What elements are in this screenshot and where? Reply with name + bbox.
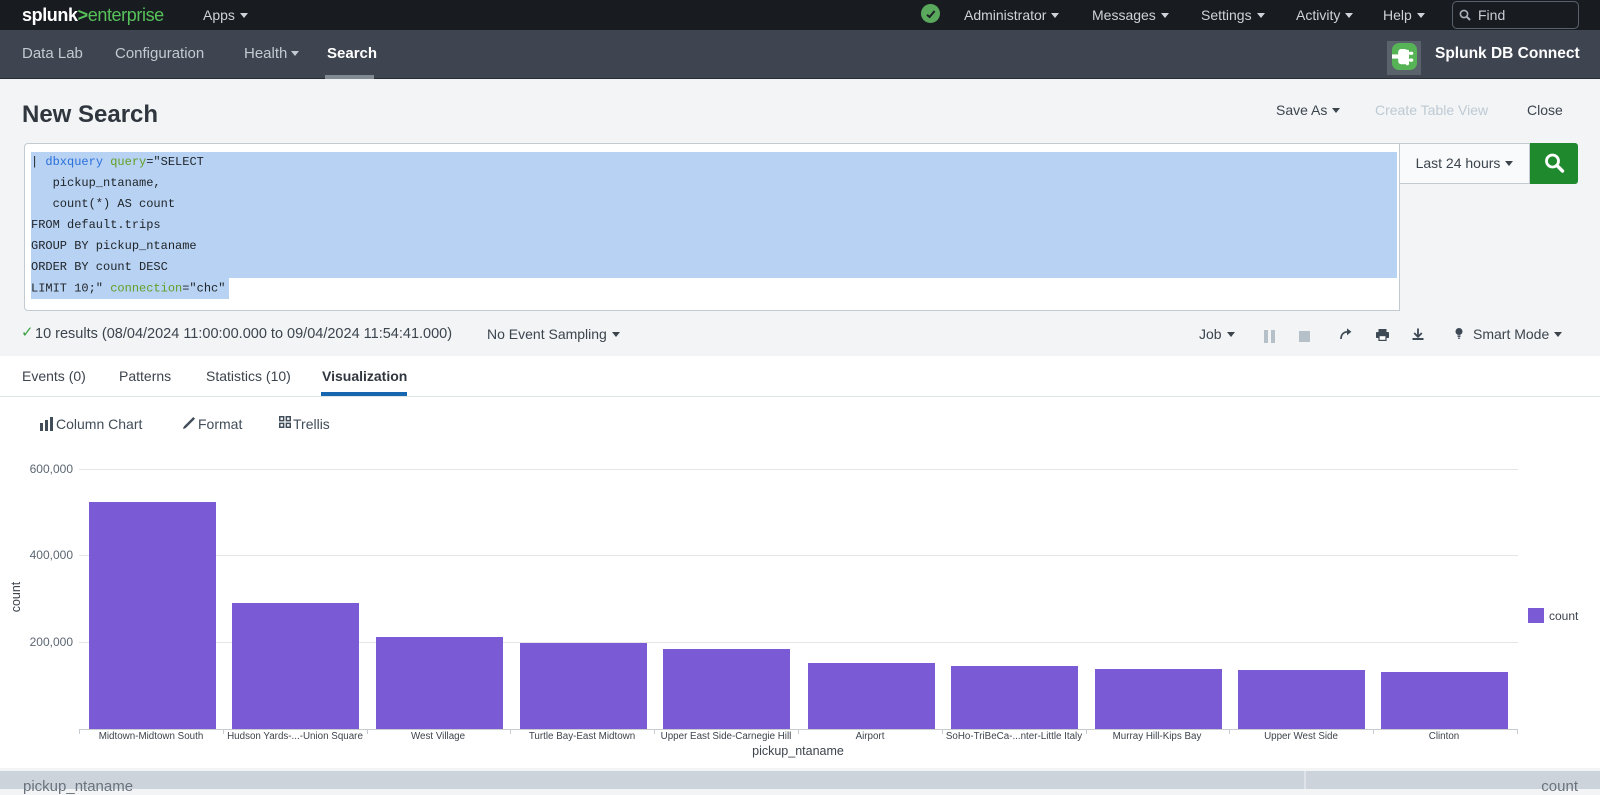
svg-text:West Village: West Village: [411, 731, 466, 742]
svg-text:SoHo-TriBeCa-...nter-Little It: SoHo-TriBeCa-...nter-Little Italy: [946, 731, 1082, 742]
svg-text:200,000: 200,000: [30, 635, 74, 649]
svg-text:count: count: [1549, 609, 1579, 623]
svg-text:Upper West Side: Upper West Side: [1264, 731, 1338, 742]
svg-text:Midtown-Midtown South: Midtown-Midtown South: [99, 731, 204, 742]
svg-text:Clinton: Clinton: [1429, 731, 1460, 742]
svg-text:Hudson Yards-...-Union Square: Hudson Yards-...-Union Square: [227, 731, 363, 742]
svg-text:Upper East Side-Carnegie Hill: Upper East Side-Carnegie Hill: [661, 731, 792, 742]
svg-text:400,000: 400,000: [30, 548, 74, 562]
svg-text:Murray Hill-Kips Bay: Murray Hill-Kips Bay: [1113, 731, 1202, 742]
svg-text:pickup_ntaname: pickup_ntaname: [752, 744, 844, 758]
svg-text:count: count: [9, 581, 23, 612]
svg-text:600,000: 600,000: [30, 462, 74, 476]
svg-text:Turtle Bay-East Midtown: Turtle Bay-East Midtown: [529, 731, 635, 742]
svg-text:Airport: Airport: [856, 731, 885, 742]
